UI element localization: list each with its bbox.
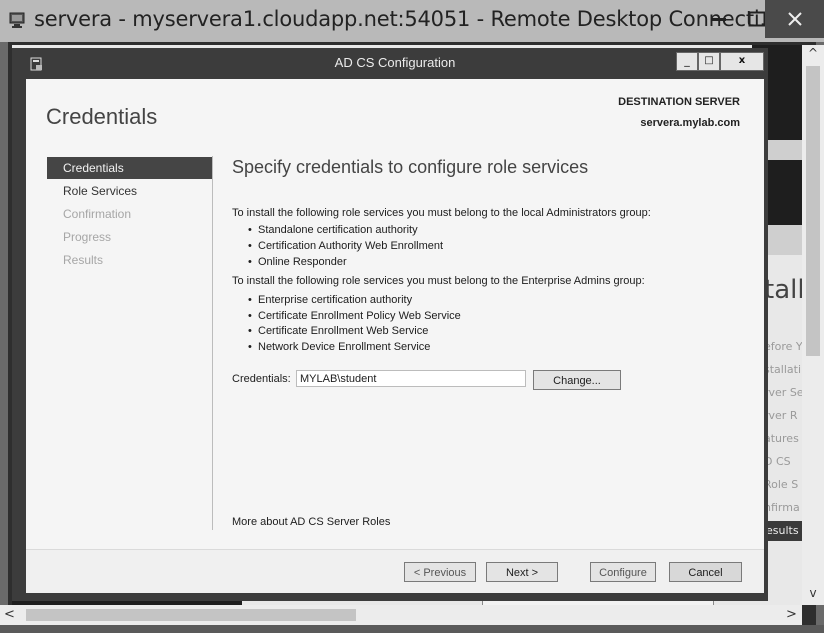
previous-button[interactable]: < Previous — [404, 562, 476, 582]
destination-server-label: DESTINATION SERVER — [618, 96, 740, 108]
minimize-icon — [712, 18, 726, 21]
section-heading: Specify credentials to configure role se… — [232, 157, 589, 177]
bg-nav-item: nfirma — [764, 501, 800, 514]
list-item: Certificate Enrollment Policy Web Servic… — [248, 310, 461, 322]
destination-server-value: servera.mylab.com — [640, 117, 740, 129]
nav-item-role-services[interactable]: Role Services — [47, 180, 212, 202]
vertical-scroll-thumb[interactable] — [806, 66, 820, 356]
scroll-up-icon[interactable]: ^ — [802, 46, 824, 64]
list-item: Certification Authority Web Enrollment — [248, 240, 443, 252]
change-button[interactable]: Change... — [533, 370, 621, 390]
bg-nav-item: efore Y — [764, 340, 803, 353]
scroll-right-icon[interactable]: > — [786, 605, 802, 625]
rdp-bottom-border — [0, 625, 824, 633]
list-item: Network Device Enrollment Service — [248, 341, 430, 353]
scroll-down-icon[interactable]: v — [802, 586, 824, 604]
remote-desktop-icon — [9, 12, 25, 28]
nav-item-credentials[interactable]: Credentials — [47, 157, 212, 179]
rdp-minimize-button[interactable] — [700, 0, 738, 38]
bg-nav-item: stallati — [764, 363, 802, 376]
next-button[interactable]: Next > — [486, 562, 558, 582]
page-title: Credentials — [46, 104, 158, 129]
rdp-close-button[interactable] — [765, 0, 824, 38]
nav-item-progress: Progress — [63, 230, 112, 244]
nav-item-results: Results — [63, 253, 104, 267]
dialog-minimize-button[interactable]: _ — [676, 52, 698, 71]
credentials-label: Credentials: — [232, 373, 291, 385]
close-icon — [787, 12, 802, 26]
bg-nav-item: atures — [764, 432, 799, 445]
dialog-close-button[interactable]: x — [720, 52, 764, 71]
bg-nav-item: rver R — [764, 409, 798, 422]
bg-nav-item: Role S — [764, 478, 799, 491]
list-item: Certificate Enrollment Web Service — [248, 325, 428, 337]
list-item: Enterprise certification authority — [248, 294, 412, 306]
credentials-field[interactable]: MYLAB\student — [296, 370, 526, 387]
cancel-button[interactable]: Cancel — [669, 562, 742, 582]
list-item: Standalone certification authority — [248, 224, 418, 236]
rdp-window-title: servera - myservera1.cloudapp.net:54051 … — [34, 7, 779, 31]
dialog-maximize-button[interactable]: □ — [698, 52, 720, 71]
more-about-link[interactable]: More about AD CS Server Roles — [232, 516, 390, 528]
enterprise-admin-text: To install the following role services y… — [232, 275, 645, 287]
nav-divider — [212, 156, 213, 530]
scroll-left-icon[interactable]: < — [4, 605, 22, 625]
horizontal-scroll-thumb[interactable] — [26, 609, 356, 621]
maximize-icon — [748, 11, 766, 27]
local-admin-text: To install the following role services y… — [232, 207, 651, 219]
list-item: Online Responder — [248, 256, 347, 268]
dialog-title: AD CS Configuration — [334, 55, 456, 70]
configure-button[interactable]: Configure — [590, 562, 656, 582]
bg-nav-item: rver Se — [764, 386, 804, 399]
nav-item-confirmation: Confirmation — [63, 207, 132, 221]
